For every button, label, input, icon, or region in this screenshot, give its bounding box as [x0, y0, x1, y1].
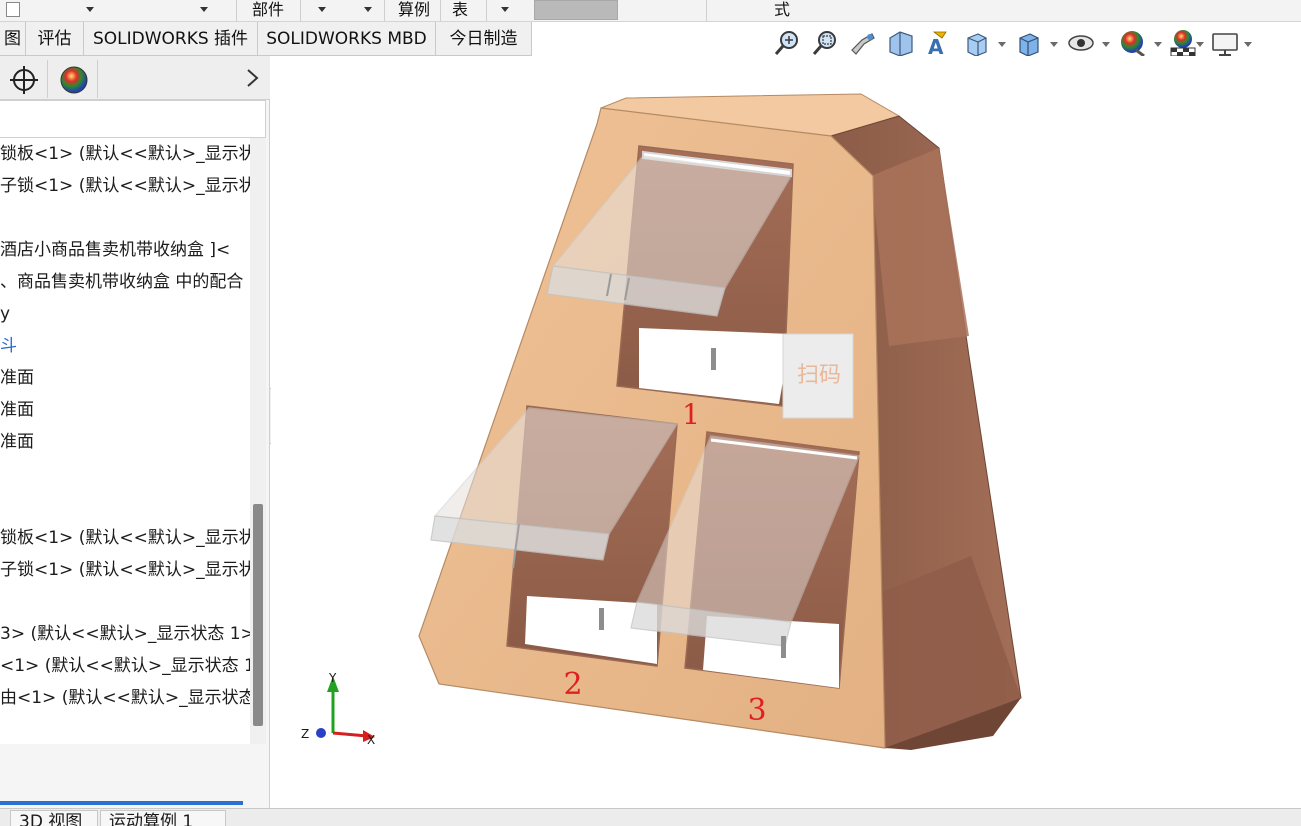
- zoom-to-fit-icon[interactable]: [772, 26, 802, 60]
- appearance-icon[interactable]: [50, 60, 98, 98]
- tab-solidworks-mbd[interactable]: SOLIDWORKS MBD: [258, 22, 436, 56]
- tree-item[interactable]: 由<1> (默认<<默认>_显示状态: [0, 682, 250, 714]
- table-label[interactable]: 表: [452, 0, 468, 21]
- divider: [300, 0, 301, 21]
- lock-latch: [599, 608, 604, 630]
- ribbon-top-strip: 部件 算例 表 式: [0, 0, 1301, 22]
- hide-show-items-icon[interactable]: [1066, 26, 1096, 60]
- axis-triad: Y X Z: [301, 671, 375, 747]
- zoom-area-icon[interactable]: [810, 26, 840, 60]
- tab-today-manufacturing[interactable]: 今日制造: [436, 22, 532, 56]
- tab-evaluate[interactable]: 评估: [26, 22, 84, 56]
- example-label[interactable]: 算例: [398, 0, 430, 21]
- tab-3d-view[interactable]: 3D 视图: [10, 810, 98, 826]
- tree-item[interactable]: 斗: [0, 330, 17, 362]
- chevron-down-icon[interactable]: [1102, 42, 1110, 47]
- divider: [440, 0, 441, 21]
- command-tab-bar: 图 评估 SOLIDWORKS 插件 SOLIDWORKS MBD 今日制造: [0, 22, 532, 56]
- panel-toolbar: [0, 56, 270, 100]
- tab-sketch[interactable]: 图: [0, 22, 26, 56]
- chevron-down-icon[interactable]: [364, 7, 372, 12]
- edit-appearance-icon[interactable]: [1118, 26, 1148, 60]
- chevron-down-icon[interactable]: [1244, 42, 1252, 47]
- view-settings-icon[interactable]: [1210, 26, 1240, 60]
- tree-item[interactable]: 准面: [0, 394, 34, 426]
- tree-filter-input[interactable]: [0, 100, 266, 138]
- tab-solidworks-addins[interactable]: SOLIDWORKS 插件: [84, 22, 258, 56]
- tree-vertical-scrollbar[interactable]: [250, 138, 266, 744]
- tree-item[interactable]: 准面: [0, 362, 34, 394]
- selection-highlight: [0, 801, 243, 805]
- scrollbar-thumb[interactable]: [253, 504, 263, 726]
- chevron-down-icon[interactable]: [501, 7, 509, 12]
- view-orientation-icon[interactable]: [962, 26, 992, 60]
- chevron-down-icon[interactable]: [200, 7, 208, 12]
- tree-item[interactable]: 准面: [0, 426, 34, 458]
- tree-item[interactable]: 锁板<1> (默认<<默认>_显示状: [0, 522, 250, 554]
- apply-scene-icon[interactable]: [1168, 26, 1198, 60]
- chevron-down-icon[interactable]: [1154, 42, 1162, 47]
- document-icon[interactable]: [6, 2, 20, 17]
- tree-item[interactable]: <1> (默认<<默认>_显示状态 1: [0, 650, 250, 682]
- tree-item[interactable]: 3> (默认<<默认>_显示状态 1>: [0, 618, 250, 650]
- chevron-down-icon[interactable]: [998, 42, 1006, 47]
- component-label[interactable]: 部件: [252, 0, 284, 21]
- bottom-tab-bar: 3D 视图 运动算例 1: [0, 808, 1301, 826]
- tree-item[interactable]: 酒店小商品售卖机带收纳盒 ]<: [0, 234, 230, 266]
- ribbon-selected-button[interactable]: [534, 0, 618, 20]
- tree-item[interactable]: 子锁<1> (默认<<默认>_显示状: [0, 170, 250, 202]
- section-view-icon[interactable]: [886, 26, 916, 60]
- slot-label-2: 2: [563, 667, 582, 702]
- slot-label-1: 1: [682, 398, 700, 431]
- divider: [384, 0, 385, 21]
- chevron-down-icon[interactable]: [86, 7, 94, 12]
- axis-x-label: X: [367, 733, 375, 747]
- chevron-down-icon[interactable]: [1050, 42, 1058, 47]
- divider: [706, 0, 707, 21]
- previous-view-icon[interactable]: [848, 26, 878, 60]
- feature-manager-panel: 锁板<1> (默认<<默认>_显示状 子锁<1> (默认<<默认>_显示状 酒店…: [0, 56, 270, 826]
- vending-box-model[interactable]: 扫码 1 2 3 Y X Z: [271, 56, 1301, 808]
- crosshair-icon[interactable]: [0, 60, 48, 98]
- chevron-down-icon[interactable]: [1196, 42, 1204, 47]
- divider: [486, 0, 487, 21]
- style-label[interactable]: 式: [774, 0, 790, 21]
- axis-z-label: Z: [301, 727, 309, 741]
- tree-item[interactable]: 子锁<1> (默认<<默认>_显示状: [0, 554, 250, 586]
- dynamic-annotation-icon[interactable]: A: [924, 26, 954, 60]
- feature-tree: 锁板<1> (默认<<默认>_显示状 子锁<1> (默认<<默认>_显示状 酒店…: [0, 138, 250, 744]
- tree-item[interactable]: 锁板<1> (默认<<默认>_显示状: [0, 138, 250, 170]
- lock-latch: [711, 348, 716, 370]
- axis-y-label: Y: [328, 671, 337, 685]
- graphics-viewport[interactable]: 扫码 1 2 3 Y X Z: [271, 56, 1301, 808]
- chevron-down-icon[interactable]: [318, 7, 326, 12]
- tree-item[interactable]: 、商品售卖机带收纳盒 中的配合: [0, 266, 243, 298]
- display-style-icon[interactable]: [1014, 26, 1044, 60]
- tab-motion-study[interactable]: 运动算例 1: [100, 810, 226, 826]
- slot-label-3: 3: [747, 693, 766, 728]
- tree-item[interactable]: y: [0, 298, 10, 330]
- divider: [236, 0, 237, 21]
- lock-latch: [781, 636, 786, 658]
- chevron-right-icon[interactable]: [242, 66, 264, 90]
- scan-label: 扫码: [797, 363, 841, 388]
